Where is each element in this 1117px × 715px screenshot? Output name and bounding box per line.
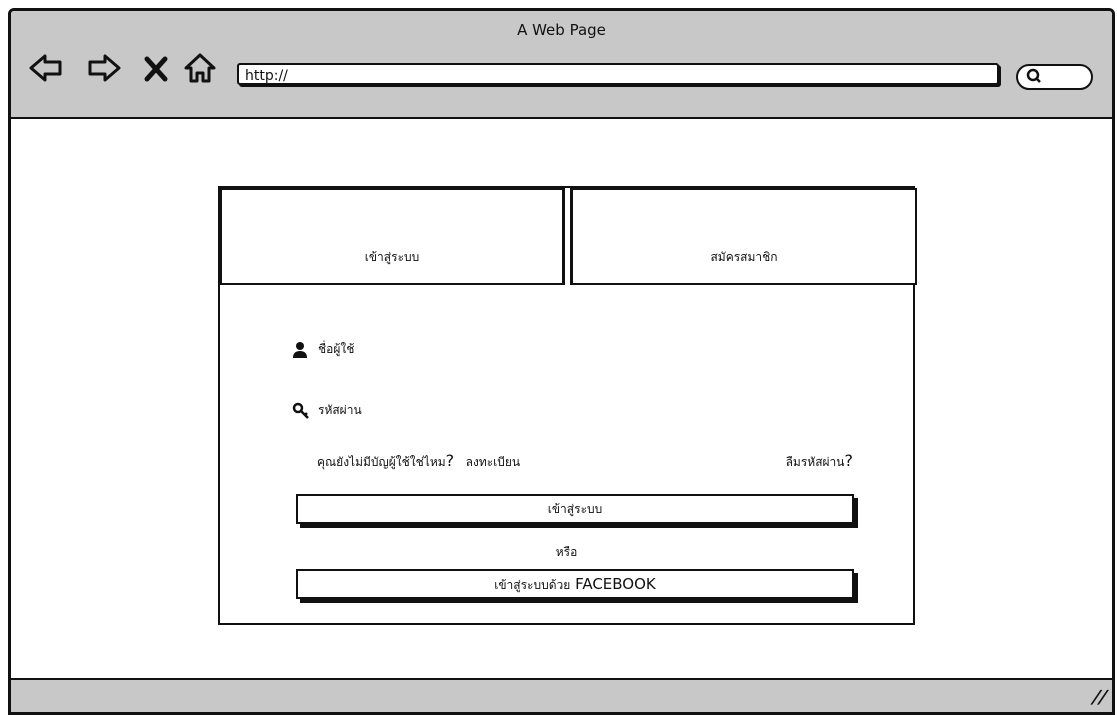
forward-arrow-icon[interactable] — [87, 51, 121, 85]
password-label: รหัสผ่าน — [318, 403, 362, 417]
search-field[interactable] — [1016, 64, 1093, 90]
or-separator: หรือ — [555, 545, 578, 559]
close-icon[interactable] — [143, 51, 169, 85]
url-input[interactable]: http:// — [237, 63, 999, 85]
search-icon — [1026, 68, 1042, 84]
resize-grip-icon[interactable]: // — [1089, 687, 1110, 708]
password-field[interactable]: รหัสผ่าน — [292, 401, 362, 420]
question-mark: ? — [445, 451, 455, 470]
key-icon — [292, 402, 309, 420]
tab-register[interactable]: สมัครสมาชิก — [570, 188, 917, 285]
tab-register-label: สมัครสมาชิก — [710, 250, 778, 264]
register-link[interactable]: ลงทะเบียน — [466, 455, 521, 469]
browser-toolbar: A Web Page http:// — [11, 11, 1112, 119]
back-arrow-icon[interactable] — [29, 51, 63, 85]
tab-login[interactable]: เข้าสู่ระบบ — [220, 188, 565, 285]
forgot-question-mark: ? — [844, 451, 854, 470]
facebook-login-button[interactable]: เข้าสู่ระบบด้วย FACEBOOK — [296, 569, 854, 599]
username-label: ชื่อผู้ใช้ — [318, 342, 355, 356]
no-account-text: คุณยังไม่มีบัญผู้ใช้ใช่ไหม — [317, 455, 446, 469]
account-links-row: คุณยังไม่มีบัญผู้ใช้ใช่ไหม? ลงทะเบียน ลื… — [317, 451, 853, 472]
username-field[interactable]: ชื่อผู้ใช้ — [292, 340, 354, 359]
login-card: เข้าสู่ระบบ สมัครสมาชิก ชื่อผู้ใช้ รหัสผ… — [218, 186, 917, 625]
login-button[interactable]: เข้าสู่ระบบ — [296, 494, 854, 524]
browser-window: A Web Page http:// เข้าสู่ระบบ สมัครสมาช… — [8, 8, 1115, 715]
forgot-password-link[interactable]: ลืมรหัสผ่าน — [786, 455, 845, 469]
facebook-button-prefix: เข้าสู่ระบบด้วย — [494, 578, 571, 592]
user-icon — [292, 341, 308, 359]
tab-login-label: เข้าสู่ระบบ — [364, 250, 420, 264]
window-title: A Web Page — [517, 21, 606, 39]
facebook-button-brand: FACEBOOK — [575, 575, 656, 593]
status-bar: // — [11, 678, 1112, 712]
home-icon[interactable] — [183, 51, 217, 85]
